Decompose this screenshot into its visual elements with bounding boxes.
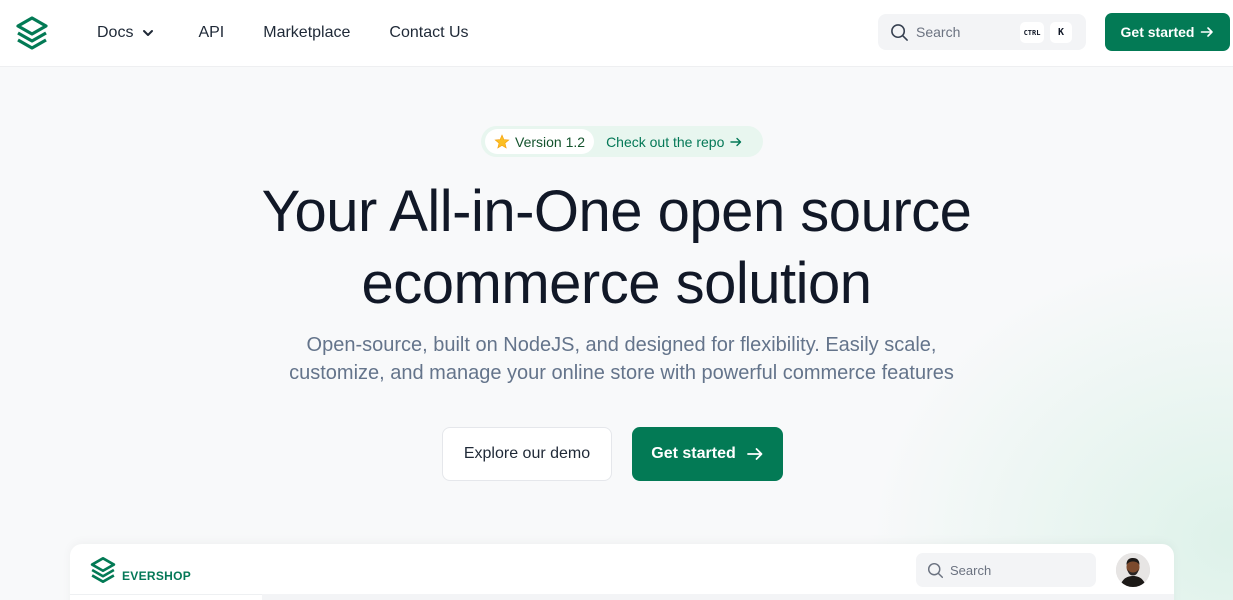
shortcut-k-key: K <box>1050 22 1072 43</box>
nav-marketplace[interactable]: Marketplace <box>263 24 350 42</box>
search-input[interactable]: Search CTRL K <box>878 14 1086 50</box>
chevron-down-icon <box>143 30 154 36</box>
header-get-started-label: Get started <box>1120 24 1195 40</box>
version-label: Version 1.2 <box>515 133 586 150</box>
shortcut-ctrl-key: CTRL <box>1020 22 1044 43</box>
nav-api[interactable]: API <box>198 24 224 42</box>
arrow-right-icon <box>730 137 742 146</box>
search-placeholder: Search <box>916 24 961 40</box>
hero-subtitle-line-2: customize, and manage your online store … <box>289 362 954 384</box>
arrow-right-icon <box>1201 27 1214 37</box>
search-icon <box>927 562 944 578</box>
hero-title: Your All-in-One open source ecommerce so… <box>0 176 1233 320</box>
hero-title-line-2: ecommerce solution <box>361 251 873 316</box>
header-get-started-button[interactable]: Get started <box>1105 13 1230 51</box>
star-icon <box>494 133 510 149</box>
version-pill: Version 1.2 <box>485 129 595 154</box>
nav-docs[interactable]: Docs <box>97 24 155 42</box>
version-badge: Version 1.2 Check out the repo <box>481 126 763 157</box>
hero-get-started-button[interactable]: Get started <box>632 427 783 481</box>
search-icon <box>891 23 908 41</box>
hero-title-line-1: Your All-in-One open source <box>261 179 972 244</box>
admin-preview-panel: EVERSHOP Search <box>70 544 1174 600</box>
avatar-image <box>1116 553 1150 587</box>
hero-get-started-label: Get started <box>651 445 736 462</box>
preview-brand-name: EVERSHOP <box>122 569 192 583</box>
top-navigation-bar: Docs API Marketplace Contact Us Search C… <box>0 0 1233 67</box>
repo-link-label: Check out the repo <box>606 133 725 150</box>
main-nav: Docs API Marketplace Contact Us <box>97 0 469 66</box>
hero-subtitle-line-1: Open-source, built on NodeJS, and design… <box>306 334 937 356</box>
repo-link[interactable]: Check out the repo <box>606 134 742 150</box>
nav-docs-label: Docs <box>97 24 134 41</box>
evershop-logo-icon <box>90 557 116 583</box>
explore-demo-button[interactable]: Explore our demo <box>442 427 612 481</box>
nav-contact-us[interactable]: Contact Us <box>389 24 468 42</box>
evershop-logo-icon[interactable] <box>14 15 50 51</box>
preview-search-input[interactable]: Search <box>916 553 1096 587</box>
arrow-right-icon <box>746 448 763 460</box>
avatar[interactable] <box>1116 553 1150 587</box>
hero-subtitle: Open-source, built on NodeJS, and design… <box>216 331 1027 387</box>
preview-content-area <box>262 594 1174 600</box>
preview-search-placeholder: Search <box>950 562 992 578</box>
